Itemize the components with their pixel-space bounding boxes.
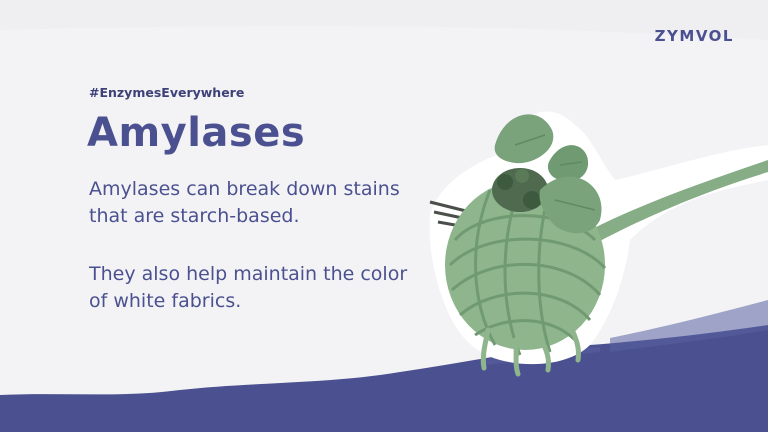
pasta-on-fork-icon bbox=[429, 111, 768, 377]
paragraph-starch: Amylases can break down stains that are … bbox=[89, 178, 400, 227]
hashtag: #EnzymesEverywhere bbox=[89, 85, 245, 100]
paragraph-white-fabrics: They also help maintain the color of whi… bbox=[89, 263, 408, 312]
slide: ZYMVOL #EnzymesEverywhere Amylases Amyla… bbox=[0, 0, 768, 432]
page-title: Amylases bbox=[87, 110, 306, 156]
zymvol-logo: ZYMVOL bbox=[654, 27, 734, 45]
